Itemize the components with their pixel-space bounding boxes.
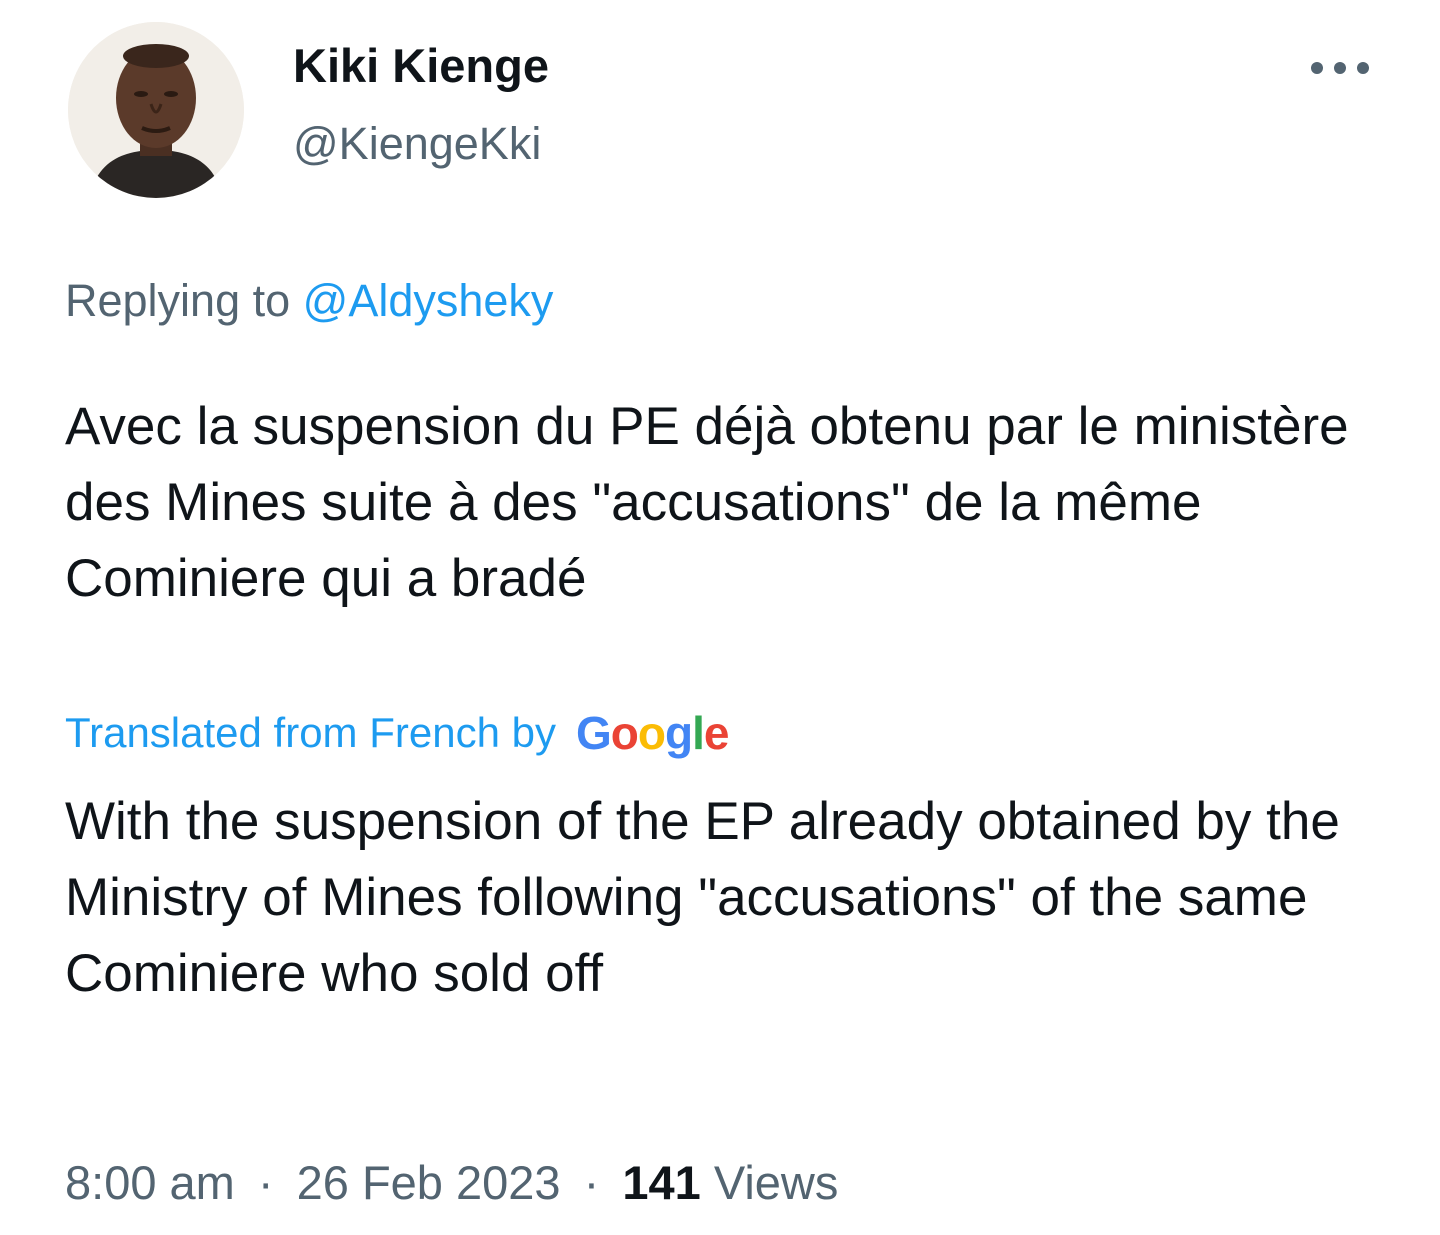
author-display-name[interactable]: Kiki Kienge	[293, 36, 549, 96]
google-logo-letter: e	[703, 707, 730, 759]
replying-to-handle-link[interactable]: @Aldysheky	[303, 275, 554, 326]
google-logo-letter: g	[664, 707, 693, 759]
google-logo-letter: l	[692, 707, 705, 759]
google-logo-letter: o	[610, 707, 639, 759]
author-avatar[interactable]	[68, 22, 244, 198]
tweet-original-text: Avec la suspension du PE déjà obtenu par…	[65, 397, 1349, 608]
meta-separator: ·	[257, 1156, 274, 1209]
tweet-translated-text: With the suspension of the EP already ob…	[65, 792, 1340, 1003]
more-horizontal-icon	[1311, 62, 1369, 74]
avatar-photo	[68, 22, 244, 198]
google-logo: Google	[575, 706, 730, 760]
tweet-date[interactable]: 26 Feb 2023	[297, 1156, 561, 1209]
replying-to-line: Replying to @Aldysheky	[65, 272, 553, 330]
replying-to-label: Replying to	[65, 275, 291, 326]
tweet-time[interactable]: 8:00 am	[65, 1156, 235, 1209]
author-handle[interactable]: @KiengeKki	[293, 115, 541, 173]
meta-separator: ·	[583, 1156, 600, 1209]
tweet-meta: 8:00 am · 26 Feb 2023 · 141 Views	[65, 1153, 838, 1213]
translation-attribution: Translated from French by Google	[65, 700, 730, 766]
google-logo-letter: G	[575, 707, 612, 759]
views-label: Views	[713, 1156, 839, 1209]
translated-from-label[interactable]: Translated from French by	[65, 709, 556, 757]
views-count[interactable]: 141	[622, 1156, 700, 1209]
google-logo-letter: o	[637, 707, 666, 759]
more-options-button[interactable]	[1306, 46, 1374, 90]
